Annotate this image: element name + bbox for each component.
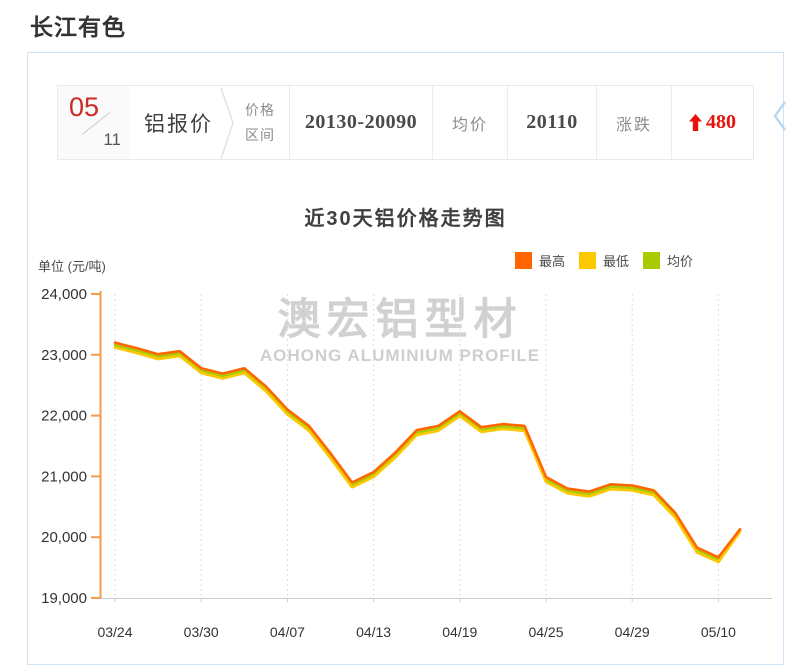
x-tick-label: 04/29 [615, 624, 650, 640]
legend-swatch-icon [579, 252, 596, 269]
x-tick-label: 04/07 [270, 624, 305, 640]
y-tick-label: 21,000 [41, 468, 87, 485]
y-tick-label: 22,000 [41, 408, 87, 425]
series-line-最低 [115, 348, 740, 563]
legend-label: 均价 [667, 251, 693, 270]
x-tick-label: 04/25 [528, 624, 563, 640]
legend-swatch-icon [515, 252, 532, 269]
x-tick-label: 03/30 [184, 624, 219, 640]
chart-title: 近30天铝价格走势图 [27, 202, 784, 231]
legend-item: 最高 [515, 251, 565, 270]
x-tick-label: 05/10 [701, 624, 736, 640]
x-tick-label: 04/13 [356, 624, 391, 640]
axis-unit-label: 单位 (元/吨) [38, 256, 106, 275]
price-trend-chart: 03/24 03/30 04/07 04/13 04/19 04/25 04/29 05/10… [0, 0, 800, 663]
legend-swatch-icon [643, 252, 660, 269]
y-tick-label: 19,000 [41, 590, 87, 607]
legend-item: 均价 [643, 251, 693, 270]
chart-legend: 最高 最低 均价 [515, 251, 693, 270]
y-tick-label: 24,000 [41, 286, 87, 303]
legend-label: 最低 [603, 251, 629, 270]
y-tick-label: 20,000 [41, 529, 87, 546]
legend-item: 最低 [579, 251, 629, 270]
x-tick-label: 04/19 [442, 624, 477, 640]
series-line-均价 [115, 345, 740, 560]
y-tick-label: 23,000 [41, 347, 87, 364]
legend-label: 最高 [539, 251, 565, 270]
chevron-left-icon[interactable] [772, 100, 788, 132]
x-tick-label: 03/24 [97, 624, 132, 640]
